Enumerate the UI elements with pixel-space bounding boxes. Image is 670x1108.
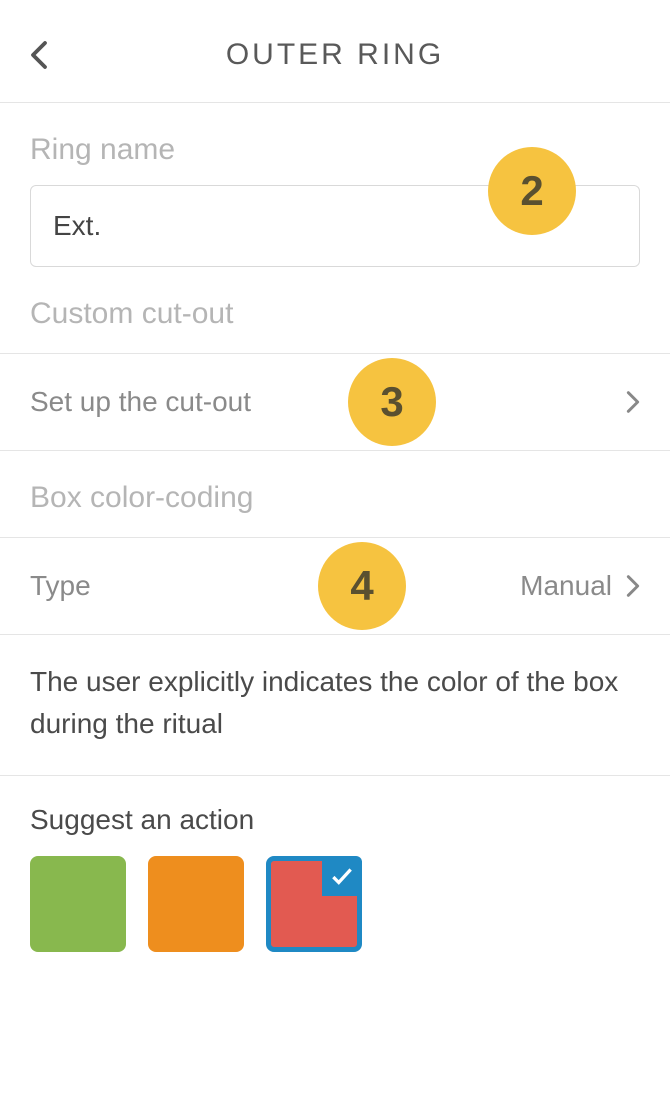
- color-coding-section: Box color-coding Type Manual 4 The user …: [0, 451, 670, 776]
- swatch-red[interactable]: [266, 856, 362, 952]
- callout-badge-4: 4: [318, 542, 406, 630]
- ring-name-input[interactable]: [30, 185, 640, 267]
- suggest-action-section: Suggest an action: [0, 776, 670, 982]
- page-title: OUTER RING: [30, 38, 640, 72]
- cutout-section-label: Custom cut-out: [0, 297, 670, 331]
- header: OUTER RING: [0, 0, 670, 103]
- swatch-green[interactable]: [30, 856, 126, 952]
- color-type-label: Type: [30, 570, 91, 602]
- color-type-description: The user explicitly indicates the color …: [0, 635, 670, 776]
- ring-name-label: Ring name: [30, 133, 640, 167]
- color-coding-section-label: Box color-coding: [0, 481, 670, 515]
- color-type-value: Manual: [520, 570, 612, 602]
- color-type-row[interactable]: Type Manual 4: [0, 538, 670, 635]
- callout-badge-3: 3: [348, 358, 436, 446]
- ring-name-section: Ring name 2: [0, 103, 670, 267]
- chevron-right-icon: [626, 574, 640, 598]
- swatch-orange[interactable]: [148, 856, 244, 952]
- back-icon[interactable]: [30, 40, 48, 70]
- chevron-right-icon: [626, 390, 640, 414]
- cutout-setup-row[interactable]: Set up the cut-out 3: [0, 354, 670, 451]
- cutout-setup-label: Set up the cut-out: [30, 386, 251, 418]
- cutout-section: Custom cut-out Set up the cut-out 3: [0, 267, 670, 451]
- checkmark-icon: [322, 856, 362, 896]
- color-swatches: [0, 856, 670, 982]
- suggest-action-label: Suggest an action: [0, 776, 670, 856]
